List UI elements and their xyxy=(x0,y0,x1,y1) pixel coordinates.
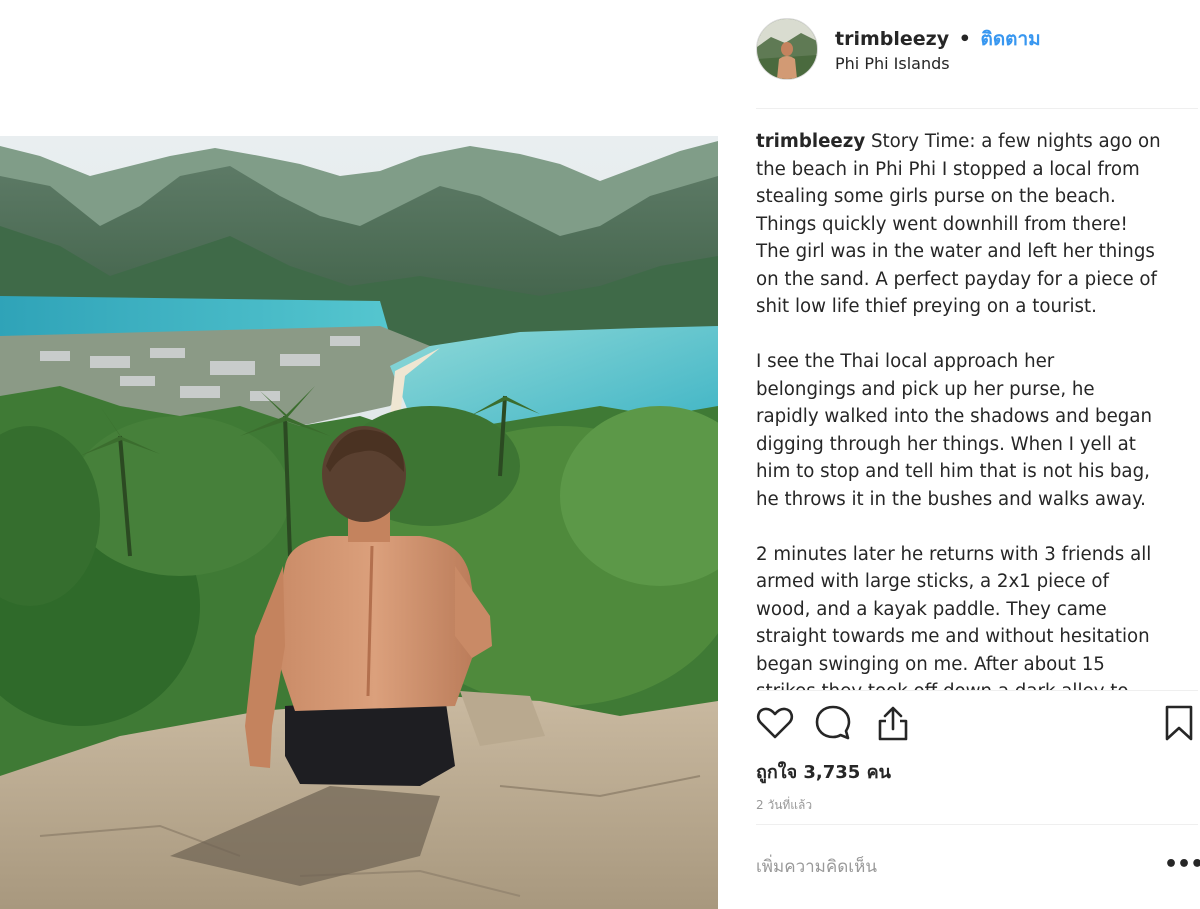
caption-line: the beach in Phi Phi I stopped a local f… xyxy=(756,158,1140,180)
post-timestamp[interactable]: 2 วันที่แล้ว xyxy=(756,796,812,815)
action-bar xyxy=(754,702,1200,746)
add-comment-input[interactable] xyxy=(756,852,1116,882)
more-icon: ••• xyxy=(1164,852,1200,877)
caption-line: him to stop and tell him that is not his… xyxy=(756,461,1150,482)
caption-line: rapidly walked into the shadows and bega… xyxy=(756,406,1152,427)
caption-line: wood, and a kayak paddle. They came xyxy=(756,598,1107,620)
comment-divider xyxy=(756,824,1198,825)
location-link[interactable]: Phi Phi Islands xyxy=(835,54,950,73)
caption-text: Story Time: a few nights ago on xyxy=(865,131,1161,152)
share-button[interactable] xyxy=(872,702,914,744)
caption-line: armed with large sticks, a 2x1 piece of xyxy=(756,571,1109,592)
avatar-image xyxy=(757,19,817,79)
caption-line: he throws it in the bushes and walks awa… xyxy=(756,488,1146,510)
post-caption: trimbleezy Story Time: a few nights ago … xyxy=(756,128,1186,690)
header-divider xyxy=(756,108,1198,109)
caption-line: I see the Thai local approach her xyxy=(756,351,1055,372)
instagram-post-page: trimbleezy • ติดตาม Phi Phi Islands trim… xyxy=(0,0,1200,909)
avatar[interactable] xyxy=(756,18,818,80)
caption-line: trimbleezy Story Time: a few nights ago … xyxy=(756,128,1186,156)
comment-icon xyxy=(815,705,851,740)
caption-username[interactable]: trimbleezy xyxy=(756,131,865,152)
caption-line xyxy=(756,321,1186,349)
post-side-panel: trimbleezy • ติดตาม Phi Phi Islands trim… xyxy=(718,0,1200,909)
caption-line: Things quickly went downhill from there! xyxy=(756,213,1128,235)
caption-line: stealing some girls purse on the beach. xyxy=(756,186,1116,207)
caption-line: strikes they took off down a dark alley … xyxy=(756,678,1186,690)
comment-button[interactable] xyxy=(812,702,854,744)
caption-divider xyxy=(756,690,1198,691)
caption-line: began swinging on me. After about 15 xyxy=(756,653,1105,675)
share-icon xyxy=(878,706,908,741)
caption-line: 2 minutes later he returns with 3 friend… xyxy=(756,543,1152,565)
separator-dot: • xyxy=(958,28,971,50)
save-button[interactable] xyxy=(1158,702,1200,744)
username-link[interactable]: trimbleezy xyxy=(835,28,949,50)
more-options-button[interactable]: ••• xyxy=(1164,850,1200,880)
caption-line: on the sand. A perfect payday for a piec… xyxy=(756,268,1157,290)
follow-button[interactable]: ติดตาม xyxy=(981,28,1041,50)
caption-line: digging through her things. When I yell … xyxy=(756,433,1136,455)
caption-line: The girl was in the water and left her t… xyxy=(756,241,1155,262)
caption-line: shit low life thief preying on a tourist… xyxy=(756,296,1097,317)
post-photo-image xyxy=(0,136,718,909)
caption-line xyxy=(756,513,1186,541)
likes-count[interactable]: ถูกใจ 3,735 คน xyxy=(756,757,891,786)
caption-line: straight towards me and without hesitati… xyxy=(756,626,1150,647)
heart-icon xyxy=(756,707,794,739)
post-author: trimbleezy • ติดตาม xyxy=(835,24,1041,54)
like-button[interactable] xyxy=(754,702,796,744)
post-header: trimbleezy • ติดตาม Phi Phi Islands xyxy=(756,18,1196,80)
bookmark-icon xyxy=(1165,705,1193,741)
caption-line: belongings and pick up her purse, he xyxy=(756,378,1095,400)
post-photo[interactable] xyxy=(0,136,718,909)
